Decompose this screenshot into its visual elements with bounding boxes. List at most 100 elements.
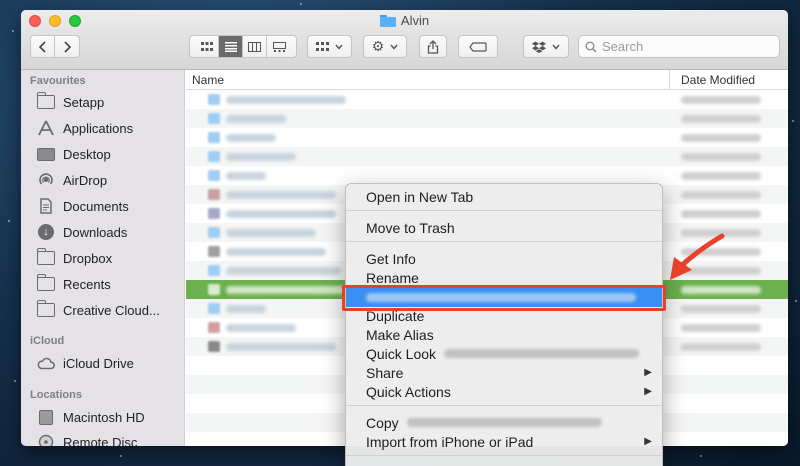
column-date-header[interactable]: Date Modified [681,73,755,87]
folder-icon [379,14,396,27]
sidebar-item-label: Macintosh HD [63,409,145,425]
sidebar-item-macintosh-hd[interactable]: Macintosh HD [37,404,145,430]
search-icon [585,41,597,53]
title-bar: Alvin ⚙ Search [21,10,788,70]
disc-icon [37,434,55,446]
menu-item-label: Get Info [366,250,416,267]
navigation-buttons [30,35,80,58]
disk-icon [37,409,55,425]
icon-view-button[interactable] [195,36,219,57]
search-field[interactable]: Search [578,35,780,58]
menu-separator [346,241,662,242]
menu-item-label: Rename [366,269,419,286]
column-header: Name Date Modified [186,70,788,90]
documents-icon [37,198,55,214]
sidebar-section-locations: Locations [30,389,82,401]
gear-icon: ⚙ [371,38,385,54]
sidebar-item-creative-cloud[interactable]: Creative Cloud... [36,297,160,323]
menu-separator [346,405,662,406]
forward-button[interactable] [55,36,79,57]
window-title: Alvin [21,13,788,28]
sidebar-item-recents[interactable]: Recents [36,271,111,297]
sidebar-item-label: Desktop [63,146,111,162]
columns-icon [248,41,261,52]
group-by-button[interactable] [307,35,352,58]
folder-icon [36,300,55,318]
sidebar-item-label: Creative Cloud... [63,302,160,318]
menu-item-copy[interactable]: Copy [346,413,662,432]
chevron-down-icon [552,44,560,50]
chevron-right-icon [64,40,72,53]
downloads-icon: ↓ [37,224,55,240]
sidebar-item-label: Setapp [63,94,105,110]
menu-item-label: Open in New Tab [366,188,474,205]
list-view-button[interactable] [219,36,243,57]
sidebar-item-remote-disc[interactable]: Remote Disc [37,429,137,446]
menu-item-share[interactable]: Share ▶ [346,363,662,382]
menu-item-open-new-tab[interactable]: Open in New Tab [346,187,662,206]
menu-item-move-to-trash[interactable]: Move to Trash [346,218,662,237]
sidebar-item-dropbox[interactable]: Dropbox [36,245,113,271]
chevron-down-icon [390,44,398,50]
column-view-button[interactable] [243,36,267,57]
menu-item-import-iphone[interactable]: Import from iPhone or iPad ▶ [346,432,662,451]
submenu-arrow-icon: ▶ [644,386,652,397]
annotation-highlight-box [342,285,666,311]
share-button[interactable] [419,35,447,58]
gallery-view-button[interactable] [267,36,291,57]
recents-icon [36,274,55,292]
sidebar-item-label: Recents [63,276,111,292]
menu-item-blurred-filename [444,349,640,358]
sidebar-item-downloads[interactable]: ↓ Downloads [37,219,127,245]
group-icon [316,41,329,51]
sidebar-item-label: Downloads [63,224,128,240]
sidebar-section-icloud: iCloud [30,335,65,347]
menu-item-make-alias[interactable]: Make Alias [346,325,662,344]
gallery-icon [272,41,286,52]
back-button[interactable] [31,36,55,57]
sidebar-item-airdrop[interactable]: AirDrop [37,167,107,193]
chevron-left-icon [38,40,46,53]
column-divider[interactable] [669,70,670,90]
table-row[interactable] [186,147,788,166]
table-row[interactable] [186,128,788,147]
sidebar-item-label: Documents [63,198,129,214]
tag-icon [469,41,487,52]
menu-item-label: Import from iPhone or iPad [366,433,534,450]
menu-item-label: Move to Trash [366,219,455,236]
sidebar-item-setapp[interactable]: Setapp [36,89,105,115]
sidebar-item-documents[interactable]: Documents [37,193,129,219]
column-name-header[interactable]: Name [192,73,224,87]
tags-button[interactable] [458,35,498,58]
menu-item-blurred-filename [406,418,602,427]
context-menu: Open in New Tab Move to Trash Get Info R… [345,183,663,466]
sidebar-section-favourites: Favourites [30,75,86,87]
sidebar-item-desktop[interactable]: Desktop [37,141,111,167]
sidebar-item-label: iCloud Drive [63,355,134,371]
folder-icon [36,248,55,266]
sidebar-item-label: Applications [63,120,134,136]
grid-icon [200,41,213,51]
menu-item-quick-look[interactable]: Quick Look [346,344,662,363]
menu-item-label: Copy [366,414,399,431]
menu-item-get-info[interactable]: Get Info [346,249,662,268]
menu-item-quick-actions[interactable]: Quick Actions ▶ [346,382,662,401]
share-icon [427,39,439,54]
search-placeholder: Search [602,39,644,54]
menu-item-label: Make Alias [366,326,434,343]
menu-separator [346,455,662,456]
cloud-icon [37,355,55,371]
submenu-arrow-icon: ▶ [644,436,652,447]
sidebar-item-applications[interactable]: Applications [37,115,133,141]
sidebar-item-icloud-drive[interactable]: iCloud Drive [37,350,134,376]
table-row[interactable] [186,109,788,128]
desktop-icon [37,146,55,162]
sidebar: Favourites Setapp Applications Desktop A… [21,70,185,446]
sidebar-item-label: Dropbox [63,250,113,266]
dropbox-button[interactable] [523,35,569,58]
applications-icon [37,120,55,136]
dropbox-icon [532,41,546,53]
action-menu-button[interactable]: ⚙ [363,35,407,58]
menu-item-label: Share [366,364,404,381]
table-row[interactable] [186,90,788,109]
